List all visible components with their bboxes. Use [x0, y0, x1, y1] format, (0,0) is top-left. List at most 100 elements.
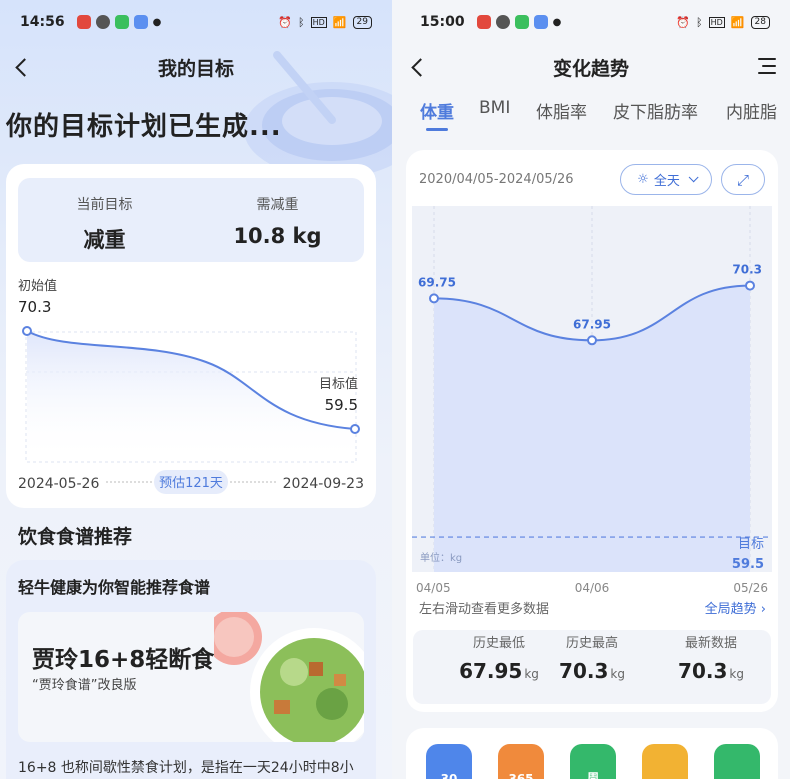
battery-icon: 28	[750, 15, 770, 29]
data-point[interactable]	[745, 280, 755, 291]
goal-chart: 初始值 70.3 目标值 59.5 预估121天 2024-05-26 2024…	[18, 278, 364, 494]
goal-screen: 14:56 ● ⏰ ᛒ HD 📶 29 我的目标 你的目标计划已生成... 当前…	[0, 0, 392, 779]
chat-icon	[95, 15, 110, 29]
start-label: 初始值	[18, 278, 57, 294]
browser-icon	[533, 15, 548, 29]
diet-section-title: 饮食食谱推荐	[18, 526, 133, 548]
stat-value: 70.3	[559, 659, 609, 683]
recipe-card[interactable]: 轻牛健康为你智能推荐食谱 贾玲16+8轻断食 “贾玲食谱”改良版 16+8 也称…	[6, 560, 376, 779]
alarm-icon: ⏰	[676, 15, 691, 29]
sun-icon: ☼	[637, 172, 649, 187]
icon-text: 365	[508, 772, 534, 779]
filter-dropdown[interactable]: ☼ 全天	[620, 164, 712, 195]
recipe-banner[interactable]: 贾玲16+8轻断食 “贾玲食谱”改良版	[18, 612, 364, 742]
status-right: ⏰ ᛒ HD 📶 29	[278, 15, 372, 29]
back-button[interactable]	[10, 52, 40, 82]
current-goal-value: 减重	[83, 228, 126, 252]
trend-screen: 15:00 ● ⏰ ᛒ HD 📶 28 变化趋势 体重 BMI 体脂率 皮下脂肪…	[392, 0, 790, 779]
goal-card: 当前目标 减重 需减重 10.8 kg 初始值 70.3 目标值 59.5 预估…	[6, 164, 376, 508]
stat-label: 最新数据	[684, 636, 737, 651]
calendar-30-icon[interactable]: 30	[426, 744, 472, 779]
bluetooth-icon: ᛒ	[696, 15, 703, 29]
x-tick-label: 04/06	[575, 581, 610, 595]
battery-icon: 29	[352, 15, 372, 29]
clock-icon[interactable]	[714, 744, 760, 779]
tab-body-fat[interactable]: 体脂率	[536, 98, 587, 123]
expand-icon: ⤢	[736, 170, 749, 189]
chat-icon	[495, 15, 510, 29]
calendar-365-icon[interactable]: 365	[498, 744, 544, 779]
calendar-week-icon[interactable]: 周	[570, 744, 616, 779]
icon-text: 周	[586, 771, 599, 779]
recipe-intro: 轻牛健康为你智能推荐食谱	[18, 578, 211, 597]
page-title: 我的目标	[157, 57, 234, 80]
alarm-icon: ⏰	[278, 15, 293, 29]
compare-icon[interactable]	[642, 744, 688, 779]
tab-bmi[interactable]: BMI	[479, 98, 510, 118]
page-title: 变化趋势	[552, 57, 629, 80]
data-label: 67.95	[573, 317, 611, 331]
current-goal-label: 当前目标	[76, 197, 133, 213]
messages-icon	[114, 15, 129, 29]
unit-label: 单位：kg	[420, 551, 462, 564]
plan-headline: 你的目标计划已生成...	[6, 112, 282, 142]
tab-weight[interactable]: 体重	[420, 98, 454, 131]
more-dot-icon: ●	[552, 16, 562, 28]
recipe-title: 贾玲16+8轻断食	[32, 647, 215, 673]
recipe-subtitle: “贾玲食谱”改良版	[32, 678, 137, 693]
data-point[interactable]	[587, 335, 597, 346]
start-date: 2024-05-26	[18, 476, 99, 492]
start-point	[22, 326, 32, 336]
wifi-icon: 📶	[730, 15, 745, 29]
target-point	[350, 424, 360, 434]
browser-icon	[133, 15, 148, 29]
target-label: 目标值	[319, 376, 358, 392]
hd-icon: HD	[310, 16, 327, 28]
salad-image	[214, 612, 364, 742]
estimate-text: 预估121天	[159, 476, 223, 491]
status-right: ⏰ ᛒ HD 📶 28	[676, 15, 770, 29]
stat-unit: kg	[610, 667, 625, 681]
messages-icon	[514, 15, 529, 29]
metric-tabs: 体重 BMI 体脂率 皮下脂肪率 内脏脂	[392, 98, 790, 138]
goal-area	[27, 331, 355, 462]
x-tick-label: 04/05	[416, 581, 451, 595]
data-point[interactable]	[429, 293, 439, 304]
weight-trend-chart: 69.75 67.95 70.3 单位：kg 目标 59.5 04/05 04/06 0…	[412, 206, 772, 595]
hd-icon: HD	[708, 16, 725, 28]
scroll-hint: 左右滑动查看更多数据	[419, 602, 550, 617]
need-lose-value: 10.8 kg	[233, 224, 322, 248]
stat-label: 历史最高	[565, 636, 618, 651]
target-value: 59.5	[325, 396, 358, 414]
start-value: 70.3	[18, 298, 51, 316]
stat-unit: kg	[729, 667, 744, 681]
tab-visceral-fat[interactable]: 内脏脂	[726, 98, 777, 123]
bluetooth-icon: ᛒ	[298, 15, 305, 29]
data-label: 70.3	[732, 263, 762, 277]
status-time: 15:00	[420, 14, 465, 30]
target-value: 59.5	[732, 557, 764, 572]
status-time: 14:56	[20, 14, 65, 30]
end-date: 2024-09-23	[283, 476, 364, 492]
global-trend-label: 全局趋势	[704, 602, 757, 617]
need-lose-label: 需减重	[256, 197, 299, 213]
recipe-description: 16+8 也称间歇性禁食计划，是指在一天24小时中8小	[18, 760, 354, 776]
back-button[interactable]	[406, 52, 436, 82]
filter-value: 全天	[653, 174, 680, 189]
data-label: 69.75	[418, 275, 456, 289]
trend-card: 2020/04/05-2024/05/26 ☼ 全天 ⤢ 69.75 67.95 7…	[406, 150, 778, 712]
icon-text: 30	[440, 772, 458, 779]
more-dot-icon: ●	[152, 16, 162, 28]
x-tick-label: 05/26	[733, 581, 768, 595]
global-trend-link[interactable]: 全局趋势 ›	[705, 598, 766, 617]
target-label: 目标	[738, 537, 764, 552]
stat-highest: 历史最高 70.3 kg	[533, 632, 651, 683]
chevron-down-icon	[688, 172, 699, 183]
app-notification-icon	[76, 15, 91, 29]
fullscreen-button[interactable]: ⤢	[721, 164, 765, 195]
stat-value: 67.95	[459, 659, 523, 683]
wifi-icon: 📶	[332, 15, 347, 29]
tab-subcutaneous-fat[interactable]: 皮下脂肪率	[613, 98, 698, 123]
menu-icon[interactable]	[758, 58, 776, 75]
date-range: 2020/04/05-2024/05/26	[419, 172, 574, 187]
